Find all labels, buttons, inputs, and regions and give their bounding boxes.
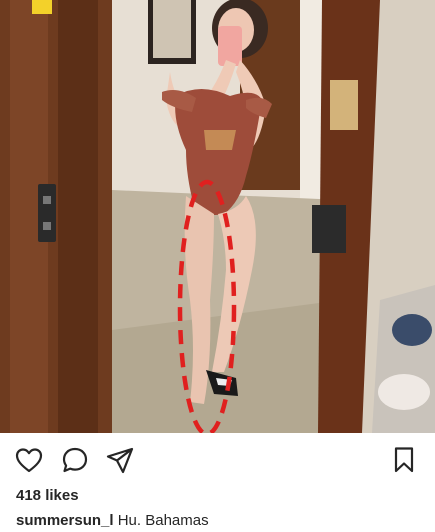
caption-text: Hu. Bahamas — [117, 512, 209, 529]
likes-count[interactable]: 418 likes — [16, 487, 79, 505]
post-image[interactable] — [0, 0, 435, 433]
sticky-note — [32, 0, 52, 14]
phone — [218, 26, 242, 66]
post-caption: summersun_l Hu. Bahamas — [16, 512, 209, 530]
bookmark-icon[interactable] — [389, 445, 419, 475]
comment-bubble-icon[interactable] — [60, 445, 90, 475]
door-latch — [38, 184, 56, 242]
caption-username[interactable]: summersun_l — [16, 512, 114, 529]
heart-icon[interactable] — [14, 445, 44, 475]
post-action-bar — [0, 433, 435, 485]
paper-plane-icon[interactable] — [105, 445, 135, 475]
